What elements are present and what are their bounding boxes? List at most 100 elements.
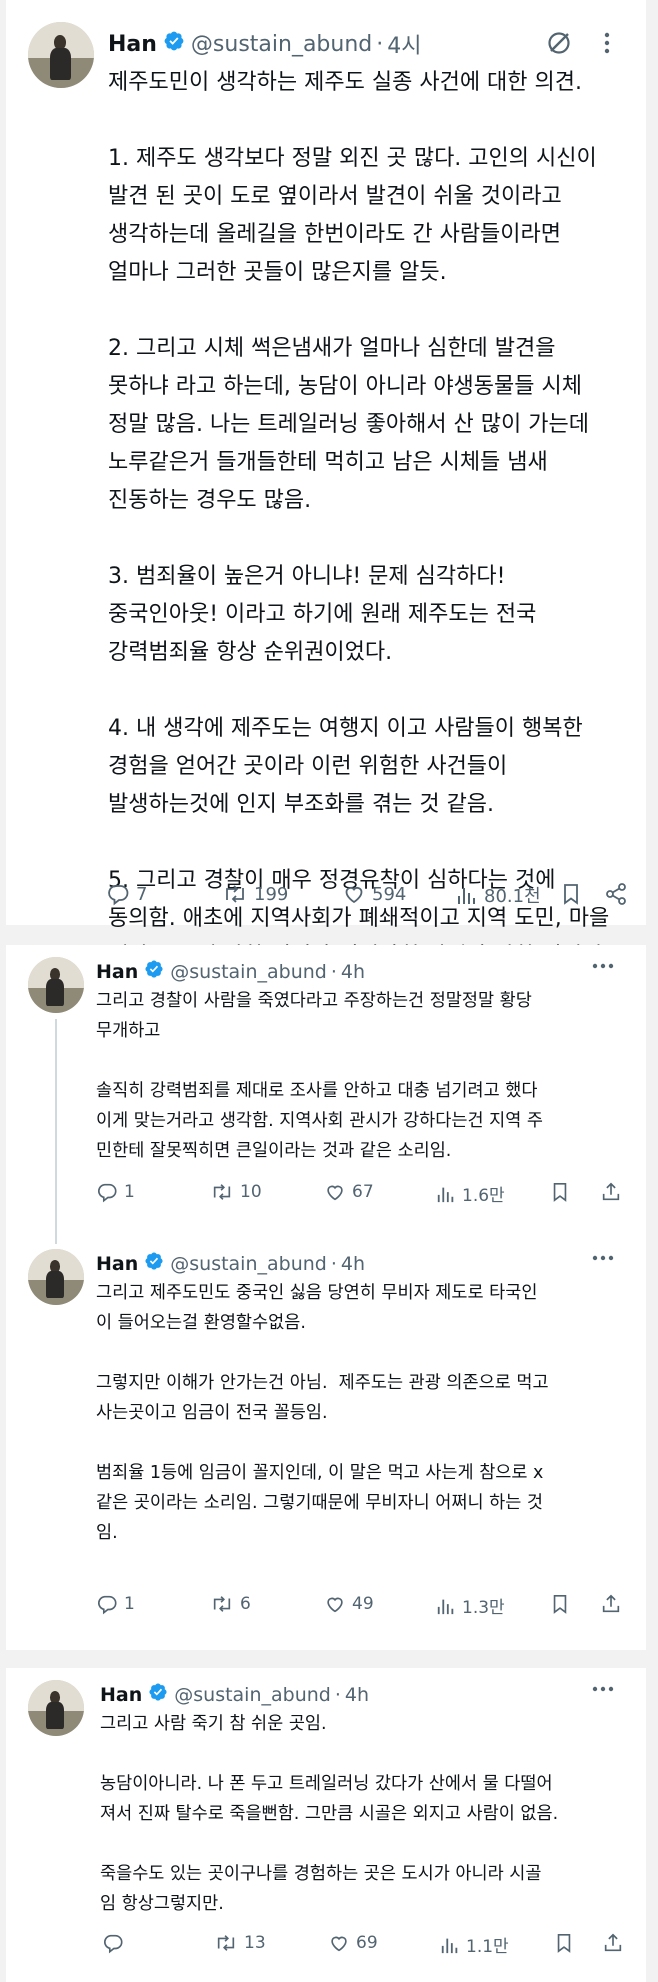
views-icon (441, 1938, 458, 1953)
reply-count: 1 (124, 1594, 135, 1614)
views-count: 1.3만 (462, 1598, 505, 1618)
like-icon (327, 1185, 343, 1201)
verified-badge-icon (144, 959, 164, 984)
reply-count: 1 (124, 1182, 135, 1202)
retweet-count: 199 (254, 883, 289, 905)
views-button[interactable]: 1.6만 (436, 1181, 505, 1206)
timestamp[interactable]: 4h (345, 1684, 369, 1706)
tweet-header: Han @sustain_abund · 4h (96, 959, 365, 984)
separator-dot: · (330, 1252, 337, 1275)
like-button[interactable]: 67 (324, 1181, 374, 1203)
bookmark-button[interactable] (550, 1593, 570, 1615)
thread-line (55, 1019, 57, 1244)
timestamp[interactable]: 4시 (387, 28, 421, 60)
reply-count: 7 (136, 883, 148, 905)
like-count: 69 (356, 1933, 378, 1953)
views-icon (437, 1599, 454, 1614)
author-name[interactable]: Han (96, 1253, 138, 1275)
retweet-icon (213, 1184, 231, 1200)
author-name[interactable]: Han (108, 32, 157, 57)
timestamp[interactable]: 4h (341, 961, 365, 983)
avatar[interactable] (28, 957, 84, 1013)
views-button[interactable]: 80.1천 (456, 882, 541, 908)
reply-icon (104, 1934, 123, 1954)
share-icon (604, 1933, 622, 1952)
grok-icon[interactable] (546, 30, 572, 60)
views-count: 80.1천 (484, 886, 541, 907)
verified-badge-icon (163, 30, 185, 58)
share-icon (602, 1594, 620, 1613)
bookmark-icon (553, 1595, 567, 1614)
retweet-icon (217, 1935, 235, 1951)
share-button[interactable] (604, 882, 628, 906)
views-icon (437, 1187, 454, 1202)
views-count: 1.1만 (466, 1937, 509, 1957)
separator-dot: · (330, 960, 337, 983)
more-icon[interactable] (591, 1255, 615, 1261)
retweet-count: 6 (240, 1594, 251, 1614)
share-icon (602, 1182, 620, 1201)
views-button[interactable]: 1.1만 (440, 1932, 509, 1957)
views-count: 1.6만 (462, 1186, 505, 1206)
tweet-3[interactable]: Han @sustain_abund · 4h 그리고 제주도민도 중국인 싫음… (6, 1237, 646, 1647)
share-button[interactable] (602, 1932, 624, 1954)
tweet-card-3: Han @sustain_abund · 4h 그리고 사람 죽기 참 쉬운 곳… (6, 1668, 646, 1982)
verified-badge-icon (148, 1682, 168, 1707)
like-icon (327, 1597, 343, 1613)
more-icon[interactable] (591, 1686, 615, 1692)
like-button[interactable]: 49 (324, 1593, 374, 1615)
author-handle[interactable]: @sustain_abund (174, 1684, 331, 1706)
reply-button[interactable] (102, 1932, 130, 1954)
like-button[interactable]: 594 (342, 882, 406, 906)
tweet-card-2: Han @sustain_abund · 4h 그리고 경찰이 사람을 죽였다라… (6, 945, 646, 1650)
author-handle[interactable]: @sustain_abund (191, 32, 372, 57)
avatar[interactable] (28, 1680, 84, 1736)
reply-button[interactable]: 7 (106, 882, 147, 906)
like-count: 67 (352, 1182, 374, 1202)
retweet-count: 13 (244, 1933, 266, 1953)
share-icon (606, 883, 626, 905)
like-count: 594 (372, 883, 407, 905)
reply-icon (98, 1183, 117, 1203)
retweet-button[interactable]: 199 (222, 882, 288, 906)
more-icon[interactable] (604, 31, 610, 59)
author-handle[interactable]: @sustain_abund (170, 961, 327, 983)
bookmark-button[interactable] (560, 882, 582, 906)
reply-button[interactable]: 1 (96, 1593, 135, 1615)
tweet-text: 그리고 경찰이 사람을 죽였다라고 주장하는건 정말정말 황당 무개하고 솔직히… (96, 991, 544, 1161)
verified-badge-icon (144, 1251, 164, 1276)
retweet-count: 10 (240, 1182, 262, 1202)
share-button[interactable] (600, 1593, 622, 1615)
retweet-icon (213, 1596, 231, 1612)
retweet-icon (226, 885, 244, 903)
tweet-text: 그리고 사람 죽기 참 쉬운 곳임. 농담이아니라. 나 폰 두고 트레일러닝 … (100, 1714, 559, 1914)
like-button[interactable]: 69 (328, 1932, 378, 1954)
tweet-text: 제주도민이 생각하는 제주도 실종 사건에 대한 의견. 1. 제주도 생각보다… (108, 70, 610, 969)
bookmark-icon (553, 1183, 567, 1202)
author-name[interactable]: Han (100, 1684, 142, 1706)
avatar[interactable] (28, 22, 94, 88)
retweet-button[interactable]: 13 (214, 1932, 266, 1954)
more-icon[interactable] (591, 963, 615, 969)
views-icon (458, 888, 475, 904)
tweet-header: Han @sustain_abund · 4h (96, 1251, 365, 1276)
avatar[interactable] (28, 1249, 84, 1305)
views-button[interactable]: 1.3만 (436, 1593, 505, 1618)
bookmark-button[interactable] (550, 1181, 570, 1203)
retweet-button[interactable]: 6 (210, 1593, 251, 1615)
timestamp[interactable]: 4h (341, 1253, 365, 1275)
author-handle[interactable]: @sustain_abund (170, 1253, 327, 1275)
reply-icon (98, 1595, 117, 1615)
reply-button[interactable]: 1 (96, 1181, 135, 1203)
like-icon (345, 887, 363, 904)
author-name[interactable]: Han (96, 961, 138, 983)
reply-icon (108, 885, 129, 906)
separator-dot: · (334, 1683, 341, 1706)
separator-dot: · (376, 31, 384, 57)
retweet-button[interactable]: 10 (210, 1181, 262, 1203)
tweet-text: 그리고 제주도민도 중국인 싫음 당연히 무비자 제도로 타국인 이 들어오는걸… (96, 1283, 549, 1543)
share-button[interactable] (600, 1181, 622, 1203)
tweet-header: Han @sustain_abund · 4h (100, 1682, 369, 1707)
bookmark-button[interactable] (554, 1932, 574, 1954)
like-count: 49 (352, 1594, 374, 1614)
